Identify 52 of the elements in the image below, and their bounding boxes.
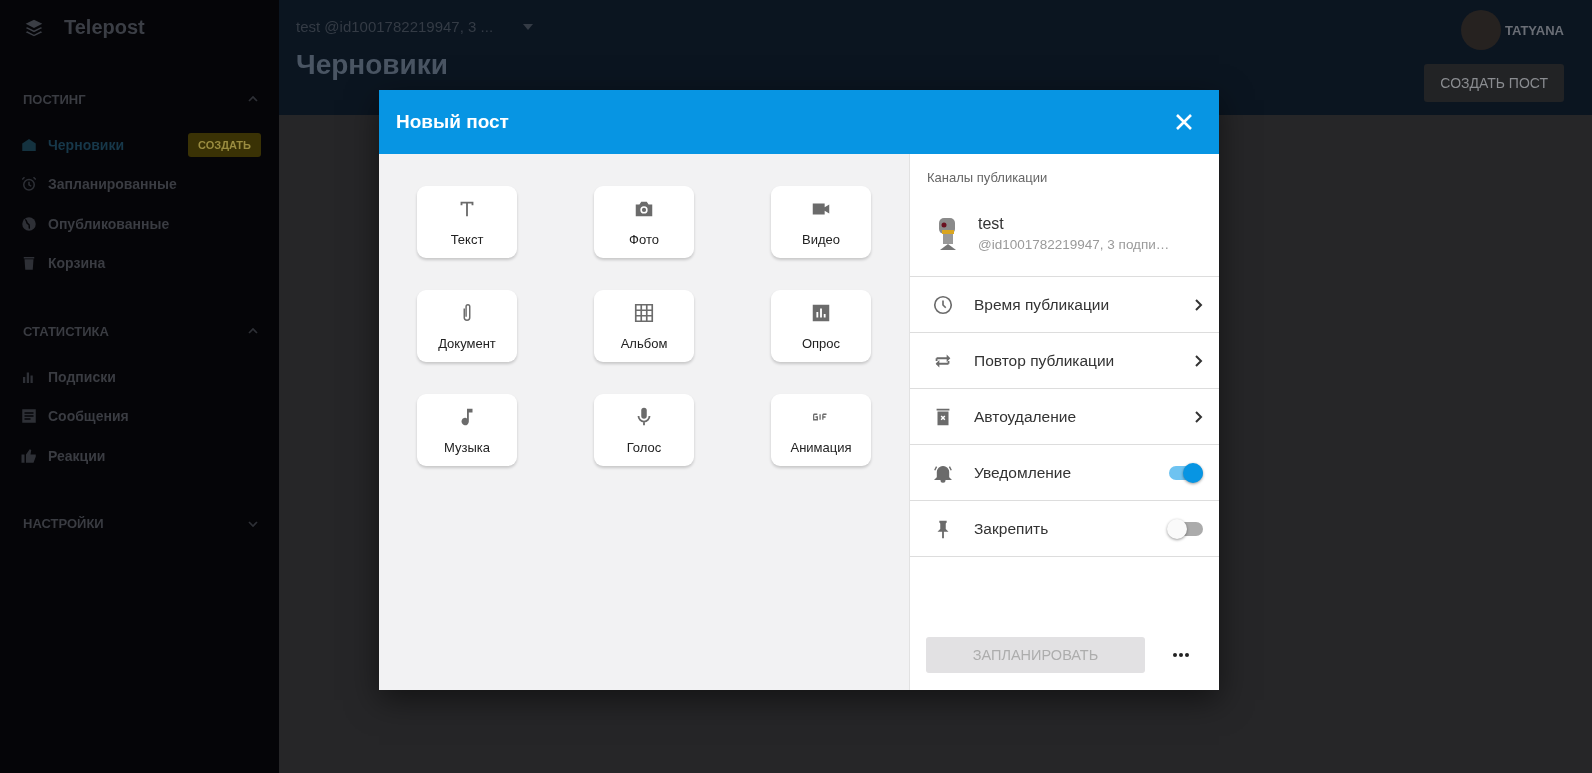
post-type-button[interactable]: Текст xyxy=(417,186,517,258)
option-row[interactable]: Время публикации xyxy=(910,277,1219,333)
close-button[interactable] xyxy=(1175,113,1193,131)
channel-item[interactable]: test @id1001782219947, 3 подпи… xyxy=(910,189,1219,277)
layers-icon xyxy=(24,17,44,38)
chevron-right-icon xyxy=(1194,353,1203,368)
option-label: Закрепить xyxy=(974,519,1050,538)
chevron-right-icon xyxy=(1194,297,1203,312)
option-row[interactable]: Автоудаление xyxy=(910,389,1219,445)
section-title: НАСТРОЙКИ xyxy=(23,516,104,531)
post-type-button[interactable]: Видео xyxy=(771,186,871,258)
sidebar-item[interactable]: Черновики СОЗДАТЬ xyxy=(0,125,279,165)
section-title: ПОСТИНГ xyxy=(23,91,86,107)
sidebar-item-label: Запланированные xyxy=(48,176,178,193)
option-row[interactable]: Повтор публикации xyxy=(910,333,1219,389)
chevron-right-icon xyxy=(1194,409,1203,424)
post-type-button[interactable]: Опрос xyxy=(771,290,871,362)
sidebar-item-label: Опубликованные xyxy=(48,215,171,232)
post-type-button[interactable]: Голос xyxy=(594,394,694,466)
sidebar-item-label: Сообщения xyxy=(48,408,130,425)
user-name: TATYANA xyxy=(1505,22,1564,38)
grid-icon xyxy=(633,301,655,324)
option-label: Автоудаление xyxy=(974,407,1077,426)
toggle-switch[interactable] xyxy=(1167,462,1203,483)
channel-info: @id1001782219947, 3 подпи… xyxy=(978,237,1170,252)
post-type-button[interactable]: Анимация xyxy=(771,394,871,466)
page-title: Черновики xyxy=(296,49,450,81)
section-label: Каналы публикации xyxy=(926,169,1049,187)
toggle-switch[interactable] xyxy=(1167,518,1203,539)
sidebar-item-label: Реакции xyxy=(48,447,107,464)
create-button[interactable]: СОЗДАТЬ xyxy=(188,132,261,157)
clock-icon xyxy=(932,293,954,316)
sidebar-item-label: Корзина xyxy=(48,255,107,272)
app-logo: Telepost xyxy=(64,16,145,39)
dialog-title: Новый пост xyxy=(396,111,509,133)
post-type-button[interactable]: Документ xyxy=(417,290,517,362)
option-label: Время публикации xyxy=(974,295,1111,314)
section-title: СТАТИСТИКА xyxy=(23,323,109,339)
post-type-button[interactable]: Альбом xyxy=(594,290,694,362)
alarm-clock-icon xyxy=(20,175,38,194)
option-label: Повтор публикации xyxy=(974,351,1116,370)
sidebar-item-label: Черновики xyxy=(48,136,125,153)
caret-icon xyxy=(523,23,534,30)
option-label: Уведомление xyxy=(974,463,1073,482)
post-type-button[interactable]: Музыка xyxy=(417,394,517,466)
more-icon[interactable] xyxy=(1173,652,1189,658)
sidebar-item-label: Подписки xyxy=(48,368,117,385)
document-icon xyxy=(20,407,38,426)
channel-name: test xyxy=(978,215,1005,233)
create-post-button[interactable]: СОЗДАТЬ ПОСТ xyxy=(1424,64,1564,102)
globe-icon xyxy=(20,214,38,233)
post-type-button[interactable]: Фото xyxy=(594,186,694,258)
